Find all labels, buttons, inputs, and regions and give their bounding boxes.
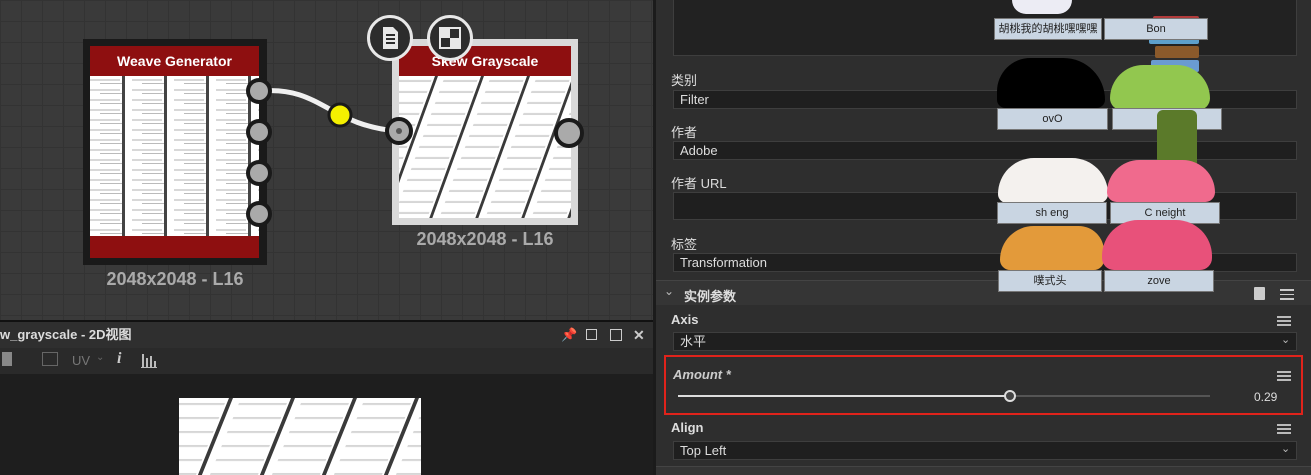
sticker-label-2: Bon [1104,18,1208,40]
category-label: 类别 [671,73,698,88]
skew-input-port[interactable] [385,117,413,145]
weave-node-footer [90,236,259,258]
view-2d-canvas[interactable] [0,374,653,475]
view-2d-panel: w_grayscale - 2D视图 📌 ✕ UV ⌄ i [0,320,653,475]
instance-params-title: 实例参数 [684,289,737,304]
sticker-pink-cat [1107,160,1215,202]
axis-label: Axis [671,312,699,327]
graph-canvas[interactable]: Weave Generator 2048x2048 - L16 Skew Gra… [0,0,653,320]
chevron-down-icon[interactable]: ⌄ [664,284,674,298]
author-label: 作者 [671,125,698,140]
weave-node-thumbnail [90,76,259,236]
amount-menu-icon[interactable] [1277,371,1291,381]
maximize-icon[interactable] [610,329,622,341]
author-url-label: 作者 URL [671,176,727,191]
view-2d-texture [179,398,421,475]
pin-icon[interactable]: 📌 [561,322,577,348]
sticker-label-7: 噗式头 [998,270,1102,292]
sticker-label-8: zove [1104,270,1214,292]
view-2d-header: w_grayscale - 2D视图 📌 ✕ [0,322,653,348]
sticker-white-cat-party [998,158,1108,203]
document-icon[interactable] [367,15,413,61]
uv-dropdown[interactable]: UV [72,353,90,368]
options-menu-icon[interactable] [1280,289,1294,300]
skew-node-title: Skew Grayscale [399,46,571,76]
next-section-strip [656,466,1311,475]
connection-midpoint [327,102,353,128]
amount-label: Amount * [673,367,731,382]
amount-slider[interactable] [678,390,1210,402]
preset-icon[interactable] [1254,287,1265,300]
skew-node-resolution: 2048x2048 - L16 [416,229,554,249]
chevron-down-icon[interactable]: ⌄ [96,352,104,363]
sticker-overlay: 胡桃我的胡桃嘿嘿嘿 Bon ovO 小 sh eng C neight 噗式头 … [992,0,1222,300]
amount-slider-fill [678,395,1010,397]
sticker-label-5: sh eng [997,202,1107,224]
amount-highlight-box [664,355,1303,415]
view-2d-title: w_grayscale - 2D视图 [0,327,132,342]
amount-value[interactable]: 0.29 [1254,390,1277,404]
app-root: Weave Generator 2048x2048 - L16 Skew Gra… [0,0,1311,475]
sticker-rose-cat [1102,220,1212,270]
weave-output-port-4[interactable] [246,201,272,227]
skew-node-thumbnail [399,76,571,218]
weave-output-port-1[interactable] [246,78,272,104]
weave-output-port-2[interactable] [246,119,272,145]
axis-select[interactable]: 水平 [673,332,1297,351]
sticker-mascot-1 [1012,0,1072,14]
chevron-down-icon[interactable]: ⌄ [1281,442,1290,455]
sticker-black-cat [997,58,1105,108]
close-icon[interactable]: ✕ [633,322,645,348]
histogram-icon[interactable] [141,352,157,371]
float-window-icon[interactable] [586,329,597,340]
skew-output-port[interactable] [554,118,584,148]
sticker-taiyaki [1000,226,1104,270]
weave-generator-node[interactable]: Weave Generator [83,39,272,265]
align-label: Align [671,420,704,435]
export-icon[interactable] [42,352,58,366]
chevron-down-icon[interactable]: ⌄ [1281,333,1290,346]
align-select[interactable]: Top Left [673,441,1297,460]
checker-pattern-icon[interactable] [427,15,473,61]
weave-node-title: Weave Generator [90,46,259,76]
skew-grayscale-node[interactable]: Skew Grayscale [385,39,584,225]
tags-label: 标签 [671,237,698,252]
axis-menu-icon[interactable] [1277,316,1291,326]
sticker-label-1: 胡桃我的胡桃嘿嘿嘿 [994,18,1102,40]
info-icon[interactable]: i [117,350,121,368]
amount-slider-thumb[interactable] [1004,390,1016,402]
align-menu-icon[interactable] [1277,424,1291,434]
weave-output-port-3[interactable] [246,160,272,186]
copy-icon[interactable] [2,352,12,366]
view-2d-toolbar: UV ⌄ i [0,348,653,374]
weave-node-resolution: 2048x2048 - L16 [106,269,244,289]
sticker-green-cat [1110,65,1210,110]
sticker-label-3: ovO [997,108,1108,130]
